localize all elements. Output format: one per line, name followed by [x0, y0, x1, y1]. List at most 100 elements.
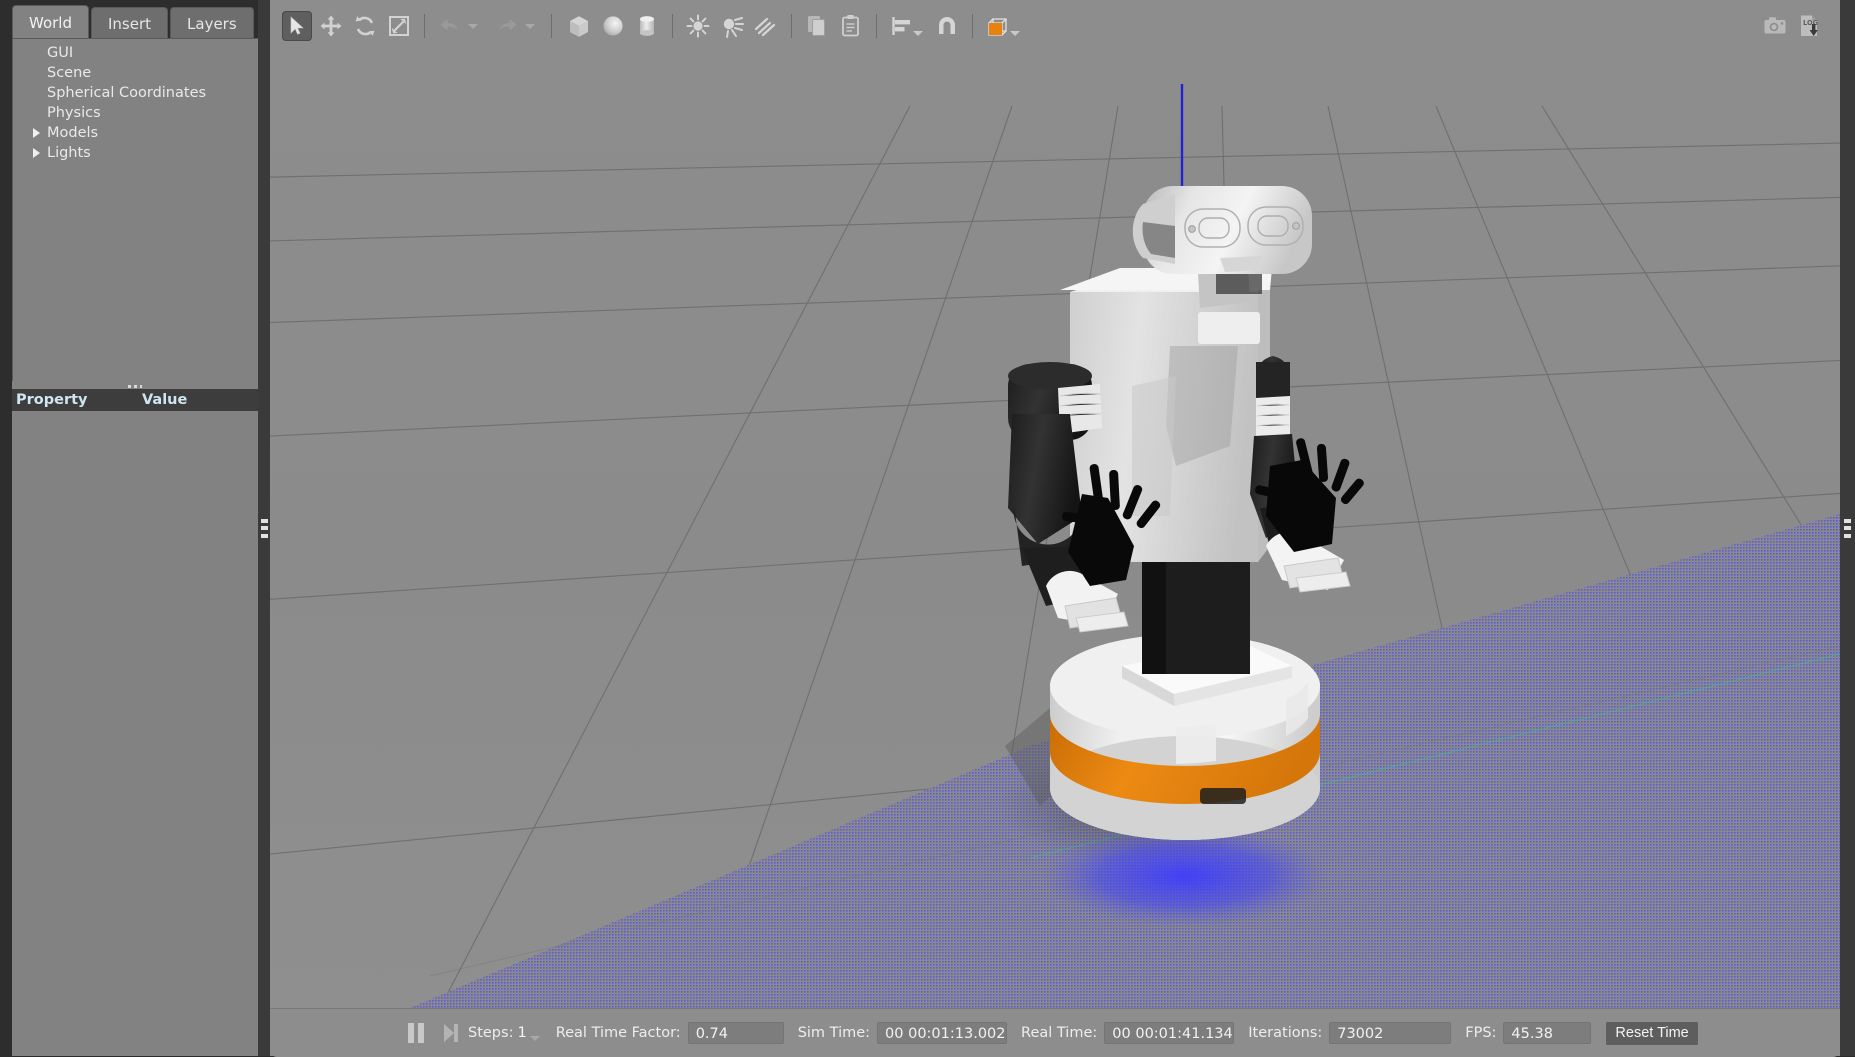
- toolbar-separator: [672, 14, 673, 38]
- tab-layers-label: Layers: [187, 15, 237, 33]
- property-table-body[interactable]: [12, 411, 258, 1056]
- cursor-arrow-icon: [290, 16, 304, 35]
- paste-button[interactable]: [836, 11, 866, 41]
- pause-icon: [418, 1023, 424, 1043]
- 3d-viewport[interactable]: [270, 46, 1840, 1008]
- view-mode-group[interactable]: [981, 11, 1026, 41]
- scene-render: [270, 46, 1840, 1008]
- left-panel-tabbar: World Insert Layers: [12, 5, 256, 40]
- toolbar-separator: [424, 14, 425, 38]
- tab-world[interactable]: World: [12, 5, 89, 40]
- snap-button[interactable]: [932, 11, 962, 41]
- redo-group[interactable]: [490, 11, 535, 41]
- tree-item-label: GUI: [47, 45, 74, 61]
- left-vertical-splitter[interactable]: [258, 0, 270, 1056]
- left-panel: World Insert Layers GUI Scene Spherical …: [0, 0, 260, 1056]
- insert-box-button[interactable]: [564, 11, 594, 41]
- status-bar: Steps: 1 Real Time Factor: 0.74 Sim Time…: [270, 1008, 1840, 1057]
- toolbar-separator: [791, 14, 792, 38]
- view-mode-button[interactable]: [983, 11, 1013, 41]
- tree-item-label: Physics: [47, 105, 101, 121]
- real-time-factor-value: 0.74: [687, 1022, 784, 1044]
- clipboard-icon: [842, 15, 859, 37]
- right-vertical-splitter[interactable]: [1840, 0, 1855, 1056]
- toolbar-separator: [972, 14, 973, 38]
- sphere-icon: [603, 16, 623, 36]
- fps-label: FPS:: [1465, 1025, 1497, 1041]
- log-record-button[interactable]: LOG: [1794, 11, 1824, 41]
- tree-item-label: Lights: [47, 145, 91, 161]
- fps-value: 45.38: [1503, 1022, 1592, 1044]
- align-button[interactable]: [887, 11, 917, 41]
- tree-item-gui[interactable]: GUI: [13, 43, 259, 63]
- splitter-grip-icon: [261, 519, 268, 538]
- tree-item-scene[interactable]: Scene: [13, 63, 259, 83]
- iterations-value: 73002: [1329, 1022, 1452, 1044]
- scale-diagonal-icon: [389, 16, 409, 36]
- undo-group[interactable]: [433, 11, 478, 41]
- rotate-arrows-icon: [355, 16, 375, 36]
- world-tree[interactable]: GUI Scene Spherical Coordinates Physics …: [12, 38, 260, 383]
- tree-item-label: Scene: [47, 65, 92, 81]
- value-column-header: Value: [142, 392, 188, 408]
- undo-button[interactable]: [435, 11, 465, 41]
- cylinder-icon: [640, 16, 654, 36]
- tree-item-label: Spherical Coordinates: [47, 85, 207, 101]
- toolbar-separator: [876, 14, 877, 38]
- log-download-icon: LOG: [1801, 15, 1818, 36]
- spot-light-icon: [723, 17, 744, 38]
- redo-dropdown-caret-icon[interactable]: [525, 23, 535, 29]
- tab-world-label: World: [29, 14, 72, 32]
- step-forward-button[interactable]: [444, 1024, 458, 1042]
- toolbar-right-group: LOG: [1758, 6, 1826, 46]
- steps-dropdown-caret-icon[interactable]: [529, 1035, 540, 1041]
- rotate-mode-button[interactable]: [350, 11, 380, 41]
- pause-icon: [408, 1023, 414, 1043]
- undo-dropdown-caret-icon[interactable]: [468, 23, 478, 29]
- step-forward-icon: [444, 1024, 454, 1042]
- sim-time-value: 00 00:01:13.002: [877, 1022, 1008, 1044]
- insert-sphere-button[interactable]: [598, 11, 628, 41]
- scale-mode-button[interactable]: [384, 11, 414, 41]
- move-arrows-icon: [320, 15, 342, 37]
- insert-cylinder-button[interactable]: [632, 11, 662, 41]
- real-time-factor-label: Real Time Factor:: [555, 1025, 681, 1041]
- point-light-icon: [686, 14, 710, 38]
- align-bars-icon: [892, 17, 910, 35]
- tab-insert-label: Insert: [108, 15, 152, 33]
- pause-button[interactable]: [408, 1023, 424, 1043]
- property-column-header: Property: [16, 392, 88, 408]
- real-time-value: 00 00:01:41.134: [1104, 1022, 1235, 1044]
- tree-item-physics[interactable]: Physics: [13, 103, 259, 123]
- redo-button[interactable]: [492, 11, 522, 41]
- sim-time-label: Sim Time:: [797, 1025, 871, 1041]
- align-dropdown-caret-icon[interactable]: [913, 30, 923, 36]
- directional-light-icon: [754, 17, 776, 37]
- tab-insert[interactable]: Insert: [91, 7, 169, 40]
- iterations-label: Iterations:: [1248, 1025, 1323, 1041]
- expand-triangle-icon[interactable]: [33, 148, 40, 158]
- redo-arrow-icon: [499, 19, 517, 31]
- steps-label: Steps:: [468, 1025, 514, 1041]
- directional-light-button[interactable]: [751, 11, 781, 41]
- tree-item-spherical-coordinates[interactable]: Spherical Coordinates: [13, 83, 259, 103]
- align-group[interactable]: [885, 11, 930, 41]
- orange-wire-cube-icon: [988, 18, 1007, 36]
- spot-light-button[interactable]: [717, 11, 747, 41]
- point-light-button[interactable]: [683, 11, 713, 41]
- tree-item-lights[interactable]: Lights: [13, 143, 259, 163]
- translate-mode-button[interactable]: [316, 11, 346, 41]
- reset-time-button[interactable]: Reset Time: [1605, 1020, 1699, 1046]
- view-mode-dropdown-caret-icon[interactable]: [1010, 30, 1020, 36]
- tree-item-models[interactable]: Models: [13, 123, 259, 143]
- select-mode-button[interactable]: [282, 11, 312, 41]
- undo-arrow-icon: [440, 19, 458, 31]
- camera-icon: [1764, 17, 1786, 34]
- render-area: LOG Steps: 1 Real Time Factor: 0.74 Sim …: [270, 0, 1840, 1057]
- toolbar-separator: [551, 14, 552, 38]
- step-forward-icon: [454, 1024, 458, 1042]
- screenshot-button[interactable]: [1760, 11, 1790, 41]
- tab-layers[interactable]: Layers: [170, 7, 254, 40]
- expand-triangle-icon[interactable]: [33, 128, 40, 138]
- copy-button[interactable]: [802, 11, 832, 41]
